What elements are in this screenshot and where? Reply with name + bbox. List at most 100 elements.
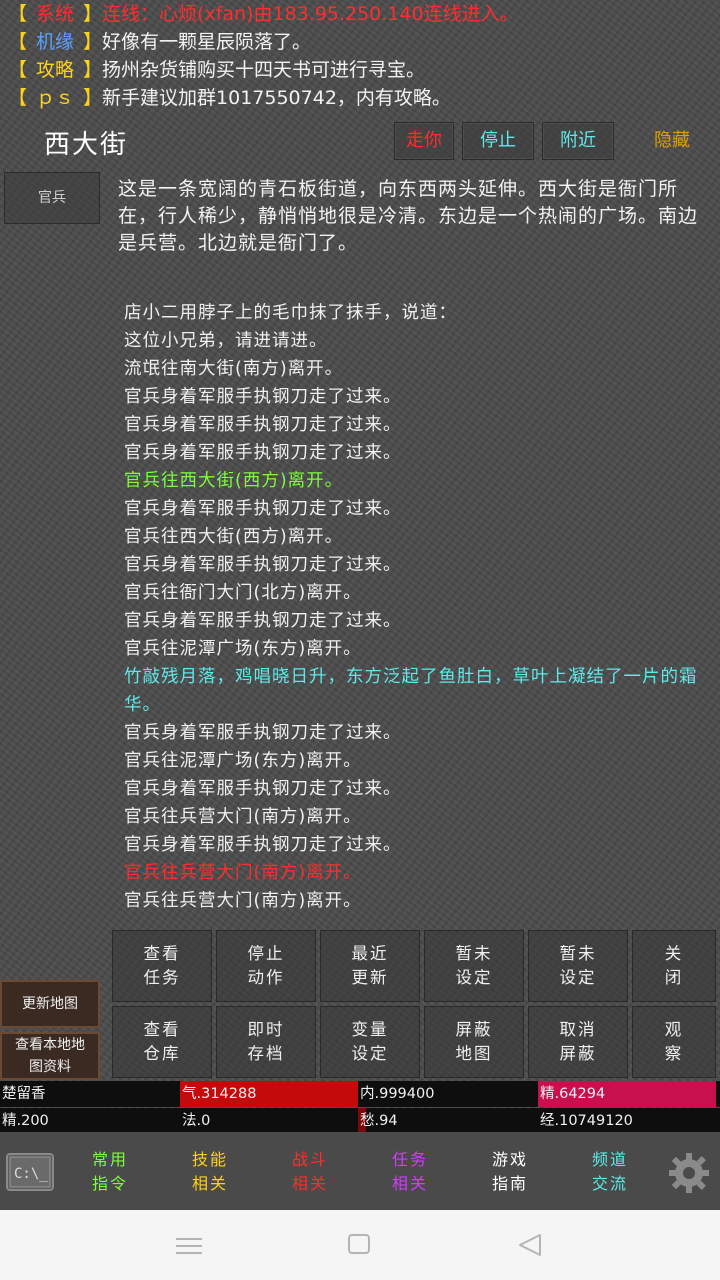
stat-chou: 愁.94 xyxy=(358,1108,538,1134)
command-label-line2: 动作 xyxy=(247,968,285,987)
nearby-button[interactable]: 附近 xyxy=(542,122,614,160)
message-text: 好像有一颗星辰陨落了。 xyxy=(102,31,312,53)
room-title: 西大街 xyxy=(44,130,129,160)
message-text: 扬州杂货铺购买十四天书可进行寻宝。 xyxy=(102,59,426,81)
message-log: 店小二用脖子上的毛巾抹了抹手，说道： 这位小兄弟，请进请进。 流氓往南大街(南方)离… xyxy=(124,299,704,915)
command-button[interactable]: 最近 更新 xyxy=(320,930,420,1002)
stat-fa: 法.0 xyxy=(180,1108,358,1134)
command-button[interactable]: 查看 任务 xyxy=(112,930,212,1002)
log-line: 官兵往泥潭广场(东方)离开。 xyxy=(124,639,362,659)
nav-label-line2: 交流 xyxy=(591,1174,628,1193)
bottom-nav-button[interactable]: 任务 相关 xyxy=(380,1148,440,1196)
command-button[interactable]: 暂未 设定 xyxy=(424,930,524,1002)
walk-button-label: 走你 xyxy=(406,130,442,151)
command-label-line1: 取消 xyxy=(559,1020,597,1039)
local-map-label-2: 图资料 xyxy=(29,1059,71,1075)
command-label-line2: 屏蔽 xyxy=(559,1044,597,1063)
char-name: 楚留香 xyxy=(0,1081,180,1107)
command-button[interactable]: 查看 仓库 xyxy=(112,1006,212,1078)
menu-icon[interactable] xyxy=(176,1236,202,1254)
command-button[interactable]: 停止 动作 xyxy=(216,930,316,1002)
cmd-prompt-icon-svg: C:\_ xyxy=(9,1156,51,1188)
system-message-system: 【系统 】连线：心烦(xfan)由183.95.250.140连线进入。 xyxy=(8,0,519,28)
bottom-nav-button[interactable]: 常用 指令 xyxy=(80,1148,140,1196)
log-line: 官兵往西大街(西方)离开。 xyxy=(124,527,344,547)
command-label-line2: 任务 xyxy=(143,968,181,987)
log-line: 官兵身着军服手执钢刀走了过来。 xyxy=(124,415,402,435)
back-icon[interactable] xyxy=(516,1232,544,1258)
command-label-line2: 存档 xyxy=(247,1044,285,1063)
system-message-fortune: 【机缘 】好像有一颗星辰陨落了。 xyxy=(8,28,311,56)
command-label-line2: 闭 xyxy=(664,968,684,987)
command-button[interactable]: 变量 设定 xyxy=(320,1006,420,1078)
walk-button[interactable]: 走你 xyxy=(394,122,454,160)
nav-label-line1: 任务 xyxy=(391,1150,428,1169)
bottom-nav-button[interactable]: 游戏 指南 xyxy=(480,1148,540,1196)
nav-label-line1: 游戏 xyxy=(491,1150,528,1169)
home-icon[interactable] xyxy=(348,1234,370,1254)
nav-label-line1: 战斗 xyxy=(291,1150,328,1169)
stat-nei: 内.999400 xyxy=(358,1081,538,1107)
nav-label-line2: 指南 xyxy=(491,1174,528,1193)
log-line: 流氓往南大街(南方)离开。 xyxy=(124,359,344,379)
stat-exp: 经.10749120 xyxy=(538,1108,720,1134)
log-line: 官兵往兵营大门(南方)离开。 xyxy=(124,863,362,883)
message-tag: 【攻略】 xyxy=(8,59,103,81)
command-button[interactable]: 屏蔽 地图 xyxy=(424,1006,524,1078)
command-label-line2: 设定 xyxy=(455,968,493,987)
log-line: 官兵身着军服手执钢刀走了过来。 xyxy=(124,499,402,519)
log-line: 官兵身着军服手执钢刀走了过来。 xyxy=(124,443,402,463)
command-button[interactable]: 暂未 设定 xyxy=(528,930,628,1002)
nav-label-line1: 常用 xyxy=(91,1150,128,1169)
npc-button-guard[interactable]: 官兵 xyxy=(4,172,100,224)
message-text: 连线：心烦(xfan)由183.95.250.140连线进入。 xyxy=(102,3,519,25)
command-button[interactable]: 关闭 xyxy=(632,930,716,1002)
hide-button[interactable]: 隐藏 xyxy=(628,122,716,160)
command-label-line2: 仓库 xyxy=(143,1044,181,1063)
command-label-line1: 即时 xyxy=(247,1020,285,1039)
log-line: 官兵身着军服手执钢刀走了过来。 xyxy=(124,611,402,631)
command-label-line2: 更新 xyxy=(351,968,389,987)
command-label-line1: 最近 xyxy=(351,944,389,963)
bottom-nav-button[interactable]: 频道 交流 xyxy=(580,1148,640,1196)
log-line: 官兵身着军服手执钢刀走了过来。 xyxy=(124,555,402,575)
system-message-ps: 【ｐｓ 】新手建议加群1017550742，内有攻略。 xyxy=(8,84,451,112)
command-label-line1: 查看 xyxy=(143,944,181,963)
stat-jing2: 精.200 xyxy=(0,1108,180,1134)
message-tag: 【ｐｓ】 xyxy=(8,87,103,109)
log-line: 官兵身着军服手执钢刀走了过来。 xyxy=(124,835,402,855)
command-label-line1: 屏蔽 xyxy=(455,1020,493,1039)
gear-icon-svg xyxy=(669,1153,709,1193)
log-line: 官兵身着军服手执钢刀走了过来。 xyxy=(124,387,402,407)
command-label-line2: 察 xyxy=(664,1044,684,1063)
message-text: 新手建议加群1017550742，内有攻略。 xyxy=(102,87,451,109)
command-label-line1: 关 xyxy=(664,944,684,963)
stat-qi: 气.314288 xyxy=(180,1081,358,1107)
nav-label-line2: 指令 xyxy=(91,1174,128,1193)
log-line: 店小二用脖子上的毛巾抹了抹手，说道： xyxy=(124,303,457,323)
nav-label-line2: 相关 xyxy=(191,1174,228,1193)
stat-jing: 精.64294 xyxy=(538,1081,716,1107)
log-line: 官兵身着军服手执钢刀走了过来。 xyxy=(124,723,402,743)
log-line: 官兵往西大街(西方)离开。 xyxy=(124,471,344,491)
log-line: 官兵往兵营大门(南方)离开。 xyxy=(124,807,362,827)
stop-button[interactable]: 停止 xyxy=(462,122,534,160)
bottom-nav-button[interactable]: 技能 相关 xyxy=(180,1148,240,1196)
room-description: 这是一条宽阔的青石板街道，向东西两头延伸。西大街是衙门所在，行人稀少，静悄悄地很… xyxy=(118,178,699,254)
system-message-guide: 【攻略 】扬州杂货铺购买十四天书可进行寻宝。 xyxy=(8,56,425,84)
nav-label-line1: 频道 xyxy=(591,1150,628,1169)
local-map-label-1: 查看本地地 xyxy=(15,1037,85,1053)
nav-label-line2: 相关 xyxy=(291,1174,328,1193)
command-label-line1: 变量 xyxy=(351,1020,389,1039)
cmd-prompt-icon[interactable]: C:\_ xyxy=(6,1153,54,1191)
update-map-button[interactable]: 更新地图 xyxy=(0,980,100,1028)
local-map-info-button[interactable]: 查看本地地 图资料 xyxy=(0,1032,100,1080)
command-button[interactable]: 取消 屏蔽 xyxy=(528,1006,628,1078)
bottom-nav-button[interactable]: 战斗 相关 xyxy=(280,1148,340,1196)
command-label-line1: 暂未 xyxy=(559,944,597,963)
command-button[interactable]: 观察 xyxy=(632,1006,716,1078)
log-line: 官兵往衙门大门(北方)离开。 xyxy=(124,583,362,603)
command-button[interactable]: 即时 存档 xyxy=(216,1006,316,1078)
command-label-line1: 停止 xyxy=(247,944,285,963)
gear-icon[interactable] xyxy=(664,1150,714,1196)
